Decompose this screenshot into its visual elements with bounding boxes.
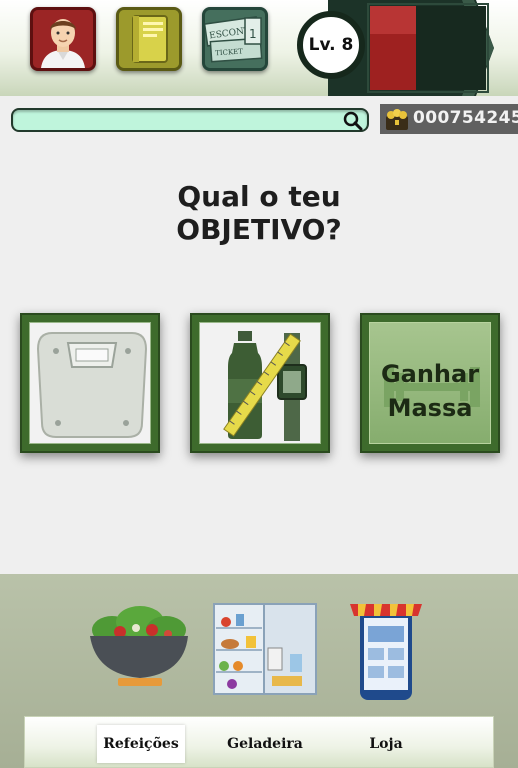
option-lose-weight-button[interactable] bbox=[20, 313, 160, 453]
treasure-chest-icon bbox=[386, 109, 408, 130]
salad-bowl-icon[interactable] bbox=[88, 600, 190, 692]
level-badge: Lv. 8 bbox=[297, 11, 365, 79]
discount-tickets-button[interactable]: ESCONTO TICKET 1 bbox=[202, 7, 268, 71]
search-field[interactable] bbox=[11, 108, 369, 132]
objective-question: Qual o teu OBJETIVO? bbox=[0, 180, 518, 246]
notebook-icon bbox=[119, 10, 179, 68]
notebook-button[interactable] bbox=[116, 7, 182, 71]
phone-store-icon[interactable] bbox=[348, 596, 424, 702]
level-label: Lv. 8 bbox=[308, 35, 354, 55]
user-avatar-icon bbox=[33, 10, 93, 68]
gain-mass-label: Ganhar Massa bbox=[370, 357, 490, 425]
bathroom-scale-icon bbox=[36, 332, 148, 438]
profile-button[interactable] bbox=[30, 7, 96, 71]
option-measure-button[interactable] bbox=[190, 313, 330, 453]
bottom-panel: Refeições Geladeira Loja bbox=[0, 574, 518, 768]
bottom-tab-bar: Refeições Geladeira Loja bbox=[24, 716, 494, 768]
refrigerator-icon[interactable] bbox=[212, 598, 318, 700]
bottle-tape-measure-icon bbox=[223, 331, 307, 441]
gain-mass-line-1: Ganhar bbox=[380, 360, 480, 388]
gain-mass-line-2: Massa bbox=[387, 394, 473, 422]
coins-counter: 000754245 bbox=[380, 104, 518, 134]
option-gain-mass-button[interactable]: Ganhar Massa bbox=[360, 313, 500, 453]
question-line-1: Qual o teu bbox=[177, 180, 341, 213]
tab-loja[interactable]: Loja bbox=[350, 725, 422, 763]
top-bar: ESCONTO TICKET 1 Lv. 8 bbox=[0, 0, 518, 96]
coins-value: 000754245 bbox=[413, 108, 518, 128]
ticket-icon: ESCONTO TICKET 1 bbox=[205, 10, 265, 68]
tab-refeicoes[interactable]: Refeições bbox=[97, 725, 185, 763]
question-line-2: OBJETIVO? bbox=[176, 213, 342, 246]
svg-text:1: 1 bbox=[249, 27, 257, 41]
tab-geladeira[interactable]: Geladeira bbox=[215, 725, 315, 763]
search-icon[interactable] bbox=[343, 111, 363, 131]
